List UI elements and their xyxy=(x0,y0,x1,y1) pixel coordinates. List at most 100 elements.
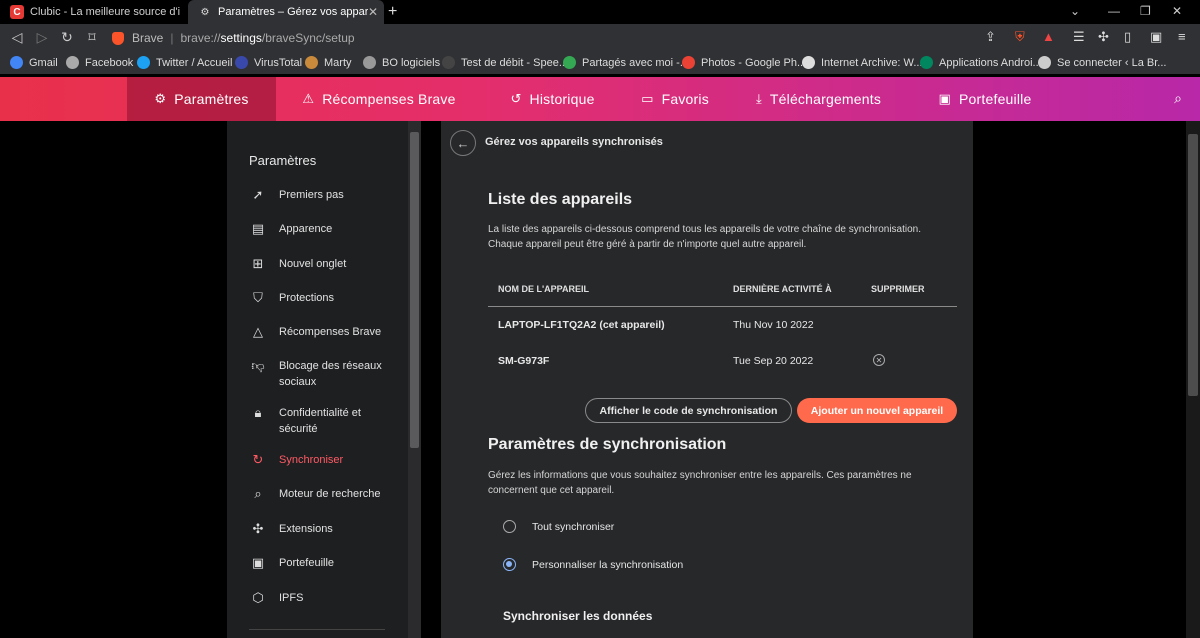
radio-button[interactable] xyxy=(503,520,516,533)
col-device-name: NOM DE L'APPAREIL xyxy=(498,284,589,294)
bookmark-item[interactable]: Applications Androi... xyxy=(920,56,1042,69)
radio-label: Tout synchroniser xyxy=(532,520,615,533)
back-arrow-button[interactable]: ← xyxy=(450,130,476,156)
topnav-label: Historique xyxy=(529,91,595,107)
bookmark-favicon-icon xyxy=(363,56,376,69)
brave-shields-icon[interactable]: ⛨ xyxy=(1015,29,1025,45)
history-icon: ↺ xyxy=(510,91,522,106)
arrow-left-icon: ← xyxy=(456,135,470,151)
bookmark-favicon-icon xyxy=(682,56,695,69)
bookmark-favicon-icon xyxy=(10,56,23,69)
back-icon[interactable]: ◁ xyxy=(8,29,26,46)
url-separator: | xyxy=(170,31,174,45)
bookmark-label: Se connecter ‹ La Br... xyxy=(1057,56,1167,69)
bookmark-item[interactable]: Test de débit - Spee... xyxy=(442,56,568,69)
share-icon[interactable]: ⇪ xyxy=(985,29,996,45)
address-bar[interactable]: Brave | brave://settings/braveSync/setup xyxy=(112,27,1002,49)
sidebar-scroll-thumb[interactable] xyxy=(410,132,419,448)
wallet-icon[interactable]: ▣ xyxy=(1150,29,1162,45)
topnav-label: Récompenses Brave xyxy=(322,91,456,107)
radio-sync-all[interactable]: Tout synchroniser xyxy=(503,520,614,533)
bookmark-favicon-icon xyxy=(1038,56,1051,69)
bookmark-favicon-icon xyxy=(442,56,455,69)
radio-button-selected[interactable] xyxy=(503,558,516,571)
device-name: SM-G973F xyxy=(498,355,550,367)
rewards-icon: △ xyxy=(253,324,263,339)
search-icon: ⌕ xyxy=(254,486,262,501)
extensions-icon[interactable]: ✣ xyxy=(1098,29,1109,45)
forward-icon[interactable]: ▷ xyxy=(33,29,51,46)
add-device-button[interactable]: Ajouter un nouvel appareil xyxy=(797,398,957,423)
bookmark-item[interactable]: Gmail xyxy=(10,56,58,69)
search-icon[interactable]: ⌕ xyxy=(1174,90,1182,107)
bookmark-item[interactable]: Se connecter ‹ La Br... xyxy=(1038,56,1166,69)
tab-clubic[interactable]: C Clubic - La meilleure source d'informa xyxy=(0,0,188,24)
bookmark-item[interactable]: Partagés avec moi -... xyxy=(563,56,689,69)
page-scroll-thumb[interactable] xyxy=(1188,134,1198,396)
bookmark-item[interactable]: Internet Archive: W... xyxy=(802,56,923,69)
sidebar-icon[interactable]: ▯ xyxy=(1124,29,1131,45)
tab-title: Clubic - La meilleure source d'informa xyxy=(30,6,180,18)
topnav-download[interactable]: ⤓ Téléchargements xyxy=(727,77,910,121)
bookmark-label: Twitter / Accueil xyxy=(156,56,233,69)
sidebar-item-shield[interactable]: ⛉ Protections xyxy=(249,290,389,306)
sidebar-title: Paramètres xyxy=(249,153,317,168)
topnav-wallet[interactable]: ▣ Portefeuille xyxy=(910,77,1060,121)
radio-custom-sync[interactable]: Personnaliser la synchronisation xyxy=(503,558,683,571)
bookmark-page-icon[interactable]: ⌑ xyxy=(83,29,101,46)
tab-settings[interactable]: ⚙ Paramètres – Gérez vos appareils ✕ xyxy=(188,0,384,24)
topnav-triangle[interactable]: ⚠ Récompenses Brave xyxy=(276,77,482,121)
device-last-activity: Thu Nov 10 2022 xyxy=(733,319,814,331)
sidebar-item-label: Synchroniser xyxy=(279,454,344,466)
reload-icon[interactable]: ↻ xyxy=(58,29,76,46)
remove-device-icon[interactable]: ✕ xyxy=(873,354,885,366)
bookmark-item[interactable]: Photos - Google Ph... xyxy=(682,56,806,69)
rewards-icon[interactable]: ▲ xyxy=(1042,29,1055,44)
gear-icon: ⚙ xyxy=(154,91,167,106)
bookmark-item[interactable]: Facebook xyxy=(66,56,133,69)
sidebar-item-wallet[interactable]: ▣ Portefeuille xyxy=(249,555,389,571)
sidebar-item-search[interactable]: ⌕ Moteur de recherche xyxy=(249,486,389,502)
topnav-gear[interactable]: ⚙ Paramètres xyxy=(127,77,276,121)
brave-lion-icon xyxy=(112,31,124,45)
sidebar-item-label: Extensions xyxy=(279,523,333,535)
topnav-history[interactable]: ↺ Historique xyxy=(482,77,623,121)
new-tab-button[interactable]: + xyxy=(388,3,397,21)
topnav-label: Paramètres xyxy=(174,91,249,107)
sidebar-item-rocket[interactable]: ➚ Premiers pas xyxy=(249,187,389,203)
tab-search-icon[interactable]: ⌄ xyxy=(1070,4,1080,18)
sidebar-item-ipfs[interactable]: ⬡ IPFS xyxy=(249,590,389,606)
topnav-bookmark[interactable]: ▭ Favoris xyxy=(623,77,727,121)
devices-table-header: NOM DE L'APPAREIL DERNIÈRE ACTIVITÉ À SU… xyxy=(488,271,957,307)
sidebar-item-rewards[interactable]: △ Récompenses Brave xyxy=(249,324,389,340)
sidebar-item-label: Protections xyxy=(279,292,335,304)
new-tab-icon: ⊞ xyxy=(252,256,264,271)
menu-list-icon[interactable]: ☰ xyxy=(1073,29,1085,45)
sidebar-item-sync[interactable]: ↻ Synchroniser xyxy=(249,452,389,468)
bookmark-favicon-icon xyxy=(563,56,576,69)
sidebar-item-new-tab[interactable]: ⊞ Nouvel onglet xyxy=(249,256,389,272)
settings-top-nav: ⌕ ⚙ Paramètres ⚠ Récompenses Brave ↺ Historiq… xyxy=(0,77,1200,121)
close-window-button[interactable]: ✕ xyxy=(1172,4,1182,18)
devices-title: Liste des appareils xyxy=(488,191,633,208)
sidebar-item-lock[interactable]: 🔒︎ Confidentialité et sécurité xyxy=(249,405,389,437)
bookmark-item[interactable]: Marty xyxy=(305,56,352,69)
sidebar-item-appearance[interactable]: ▤ Apparence xyxy=(249,221,389,237)
show-sync-code-button[interactable]: Afficher le code de synchronisation xyxy=(585,398,792,423)
sidebar-item-thumb-down[interactable]: 👎︎ Blocage des réseaux sociaux xyxy=(249,358,389,390)
sidebar-item-puzzle[interactable]: ✣ Extensions xyxy=(249,521,389,537)
close-tab-icon[interactable]: ✕ xyxy=(368,5,378,19)
settings-sidebar: Paramètres ➚ Premiers pas ▤ Apparence ⊞ Nouve… xyxy=(227,121,408,638)
topnav-label: Portefeuille xyxy=(959,91,1032,107)
bookmark-favicon-icon xyxy=(802,56,815,69)
menu-icon[interactable]: ≡ xyxy=(1178,29,1186,44)
bookmark-item[interactable]: BO logiciels xyxy=(363,56,440,69)
gear-icon: ⚙ xyxy=(200,6,210,18)
restore-button[interactable]: ❐ xyxy=(1140,4,1151,18)
thumb-down-icon: 👎︎ xyxy=(251,358,265,373)
page-title: Gérez vos appareils synchronisés xyxy=(485,136,663,148)
minimize-button[interactable]: — xyxy=(1108,4,1120,18)
bookmark-item[interactable]: VirusTotal xyxy=(235,56,302,69)
bookmark-label: Facebook xyxy=(85,56,134,69)
bookmark-item[interactable]: Twitter / Accueil xyxy=(137,56,232,69)
